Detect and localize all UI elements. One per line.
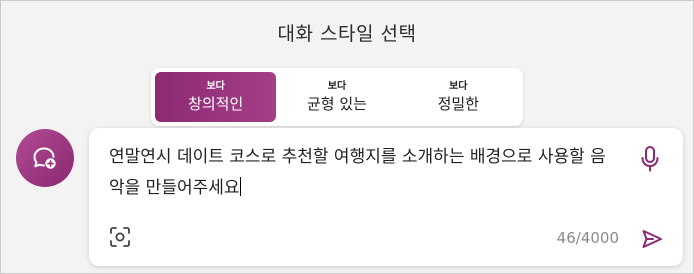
style-precise-prefix: 보다	[449, 80, 468, 92]
style-balanced-label: 균형 있는	[307, 94, 367, 113]
new-topic-button[interactable]	[16, 129, 74, 187]
text-caret	[239, 177, 241, 196]
send-icon[interactable]	[640, 227, 664, 251]
conversation-style-selector: 보다 창의적인 보다 균형 있는 보다 정밀한	[151, 68, 523, 126]
dialog-title: 대화 스타일 선택	[277, 23, 417, 45]
style-creative-button[interactable]: 보다 창의적인	[155, 72, 277, 122]
chat-input[interactable]: 연말연시 데이트 코스로 추천할 여행지를 소개하는 배경으로 사용할 음악을 …	[109, 142, 611, 204]
style-balanced-prefix: 보다	[327, 80, 347, 92]
visual-search-icon[interactable]	[109, 226, 131, 248]
style-precise-button[interactable]: 보다 정밀한	[398, 72, 519, 122]
style-creative-label: 창의적인	[188, 94, 244, 113]
chat-compose-box[interactable]: 연말연시 데이트 코스로 추천할 여행지를 소개하는 배경으로 사용할 음악을 …	[89, 128, 683, 266]
style-creative-prefix: 보다	[206, 80, 225, 92]
chat-input-text: 연말연시 데이트 코스로 추천할 여행지를 소개하는 배경으로 사용할 음악을 …	[109, 147, 606, 198]
microphone-icon[interactable]	[639, 145, 661, 173]
character-counter: 46/4000	[556, 229, 619, 247]
chat-add-icon	[33, 147, 56, 169]
style-balanced-button[interactable]: 보다 균형 있는	[276, 72, 397, 122]
style-precise-label: 정밀한	[437, 94, 480, 113]
